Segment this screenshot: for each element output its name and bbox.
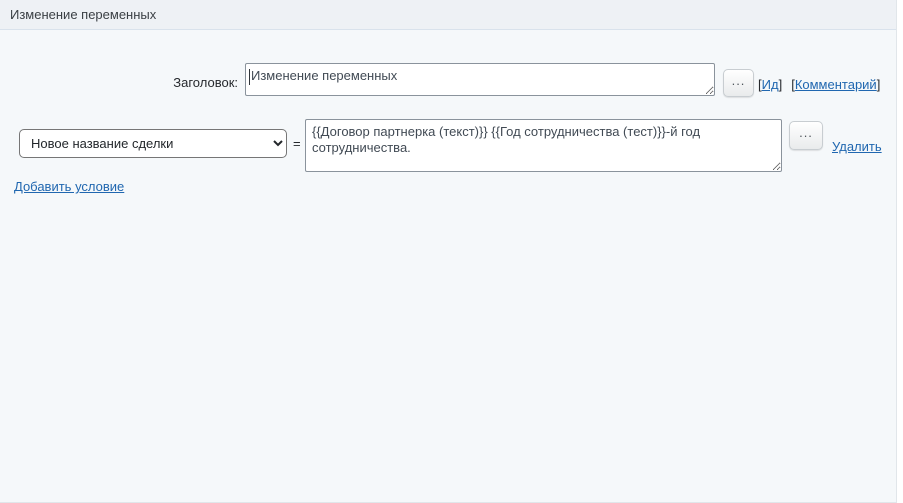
text-cursor bbox=[249, 69, 250, 85]
title-label: Заголовок: bbox=[0, 75, 238, 90]
bracket: ] bbox=[877, 77, 881, 92]
comment-link[interactable]: Комментарий bbox=[795, 77, 877, 92]
title-insert-value-button[interactable]: ... bbox=[723, 69, 754, 97]
ellipsis-icon: ... bbox=[799, 125, 813, 140]
id-link-wrap: [Ид] bbox=[758, 77, 782, 92]
bracket: ] bbox=[779, 77, 783, 92]
equals-sign: = bbox=[293, 136, 301, 151]
title-input[interactable]: Изменение переменных bbox=[245, 63, 715, 96]
comment-link-wrap: [Комментарий] bbox=[791, 77, 880, 92]
change-variables-dialog: Изменение переменных Заголовок: Изменени… bbox=[0, 0, 897, 503]
dialog-title: Изменение переменных bbox=[10, 7, 156, 22]
id-link[interactable]: Ид bbox=[762, 77, 779, 92]
ellipsis-icon: ... bbox=[732, 73, 746, 88]
dialog-header: Изменение переменных bbox=[0, 0, 896, 30]
meta-links: [Ид] [Комментарий] bbox=[758, 77, 889, 92]
variable-select[interactable]: Новое название сделки bbox=[19, 129, 287, 158]
delete-link[interactable]: Удалить bbox=[832, 139, 882, 154]
add-condition-link[interactable]: Добавить условие bbox=[14, 179, 124, 194]
value-insert-value-button[interactable]: ... bbox=[789, 121, 823, 150]
value-input[interactable]: {{Договор партнерка (текст)}} {{Год сотр… bbox=[305, 119, 782, 172]
